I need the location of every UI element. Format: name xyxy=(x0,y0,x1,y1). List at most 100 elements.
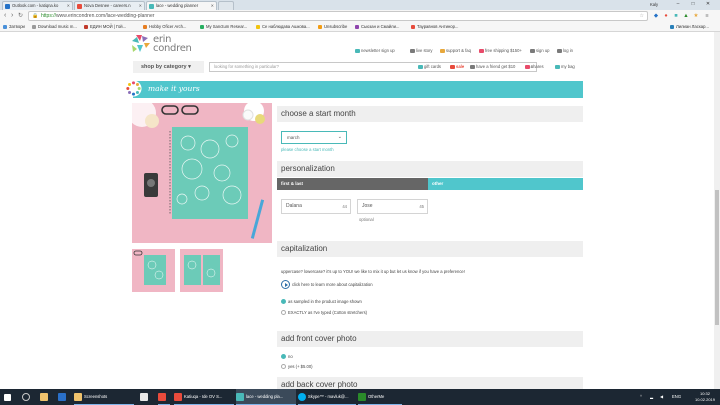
maximize-icon[interactable]: □ xyxy=(687,0,699,9)
star-icon[interactable]: ☆ xyxy=(640,12,644,20)
bookmark[interactable]: Се наблюдава Ашкова... xyxy=(256,23,310,31)
start-month-select[interactable]: march ⌄ xyxy=(281,131,347,144)
bookmark[interactable]: Сьюзан и Смайли... xyxy=(355,23,399,31)
category-label: shop by category xyxy=(141,64,187,70)
extension-icon[interactable]: ◆ xyxy=(652,12,660,20)
address-bar-row: ‹ › ↻ 🔒 https://www.erincondren.com/lace… xyxy=(0,10,720,22)
gift-cards-link[interactable]: gift cards xyxy=(418,64,441,70)
last-name-field[interactable]: Jose 45 xyxy=(357,199,428,214)
logo-wordmark: erin condren xyxy=(153,35,192,54)
sign-up-link[interactable]: sign up xyxy=(530,48,550,54)
link-label: gift cards xyxy=(424,64,441,69)
sale-link[interactable]: sale xyxy=(450,64,464,70)
close-tab-icon[interactable]: ✕ xyxy=(211,3,214,8)
tab-other[interactable]: other xyxy=(428,178,583,190)
free-shipping-link[interactable]: free shipping $150+ xyxy=(479,48,522,54)
bookmark-label: Тауравнов Антинор... xyxy=(417,24,459,29)
extension-icon[interactable]: ▲ xyxy=(682,12,690,20)
browser-tab-active[interactable]: lace - wedding planner ✕ xyxy=(146,1,217,10)
taskbar-label: OtherMe xyxy=(368,394,385,399)
profile-name[interactable]: Kaly xyxy=(650,1,658,9)
taskbar-app[interactable] xyxy=(158,389,170,405)
network-icon[interactable]: ▂ xyxy=(650,389,658,405)
language-indicator[interactable]: ENG xyxy=(672,389,684,405)
browser-tab[interactable]: Outlook.com - katiqna.ko ✕ xyxy=(2,1,73,10)
last-name-value: Jose xyxy=(362,203,373,209)
play-video-icon[interactable] xyxy=(281,280,290,289)
link-label: have a friend get $10 xyxy=(476,64,516,69)
app-icon xyxy=(140,392,148,401)
taskbar-lace-planner[interactable]: lace - wedding pla... xyxy=(236,389,296,405)
taskbar-katiuqa[interactable]: Katiuqa - Ide OV S... xyxy=(174,389,234,405)
thumbnail[interactable] xyxy=(132,249,175,292)
tab-first-last[interactable]: first & last xyxy=(277,178,428,190)
volume-icon[interactable]: ◀ xyxy=(660,389,668,405)
tag-icon xyxy=(450,64,455,69)
product-main-image[interactable] xyxy=(132,103,272,243)
url-bar[interactable]: 🔒 https://www.erincondren.com/lace-weddi… xyxy=(28,11,648,21)
bookmark-label: Hobby Oficer Arch... xyxy=(149,24,187,29)
shares-link[interactable]: shares xyxy=(525,64,544,70)
bookmark[interactable]: Download music m... xyxy=(32,23,77,31)
start-button[interactable] xyxy=(4,389,16,405)
radio-as-sampled[interactable] xyxy=(281,299,286,304)
close-tab-icon[interactable]: ✕ xyxy=(67,3,70,8)
bookmark-label: Затвори xyxy=(9,24,25,29)
live-story-link[interactable]: live story xyxy=(410,48,433,54)
erin-condren-logo[interactable]: erin condren xyxy=(132,35,192,59)
scrollbar-thumb[interactable] xyxy=(715,190,719,325)
reload-icon[interactable]: ↻ xyxy=(18,11,23,21)
app-icon xyxy=(358,392,366,401)
tray-chevron-icon[interactable]: ^ xyxy=(640,389,648,405)
newsletter-link[interactable]: newsletter sign up xyxy=(355,48,395,54)
radio-exactly-typed[interactable] xyxy=(281,310,286,315)
apps-icon xyxy=(3,25,7,29)
minimize-icon[interactable]: – xyxy=(672,0,684,9)
bookmark[interactable]: Тауравнов Антинор... xyxy=(411,23,458,31)
selected-month: march xyxy=(287,135,300,140)
support-link[interactable]: support & faq xyxy=(440,48,471,54)
bookmark[interactable]: ЕДИН МОЙ | Гой... xyxy=(84,23,126,31)
taskbar-app[interactable] xyxy=(140,389,152,405)
user-icon xyxy=(530,48,535,53)
close-tab-icon[interactable]: ✕ xyxy=(139,3,142,8)
bookmark[interactable]: Hobby Oficer Arch... xyxy=(143,23,186,31)
shop-by-category-button[interactable]: shop by category ▾ xyxy=(133,61,204,73)
my-bag-link[interactable]: my bag xyxy=(555,64,575,70)
bookmark[interactable]: My Sanctum Resear... xyxy=(200,23,247,31)
erincondren-icon xyxy=(149,4,154,9)
taskbar-screenshots[interactable]: Screenshots xyxy=(74,389,134,405)
edge-button[interactable] xyxy=(58,389,70,405)
radio-no-photo[interactable] xyxy=(281,354,286,359)
refer-friend-link[interactable]: have a friend get $10 xyxy=(470,64,515,70)
planner-thumb-icon xyxy=(132,249,175,292)
outlook-icon xyxy=(5,4,10,9)
planner-thumb-icon xyxy=(180,249,223,292)
menu-icon[interactable]: ≡ xyxy=(703,12,711,20)
chrome-icon xyxy=(174,392,182,401)
capitalization-video-link[interactable]: click here to learn more about capitaliz… xyxy=(292,282,373,287)
back-icon[interactable]: ‹ xyxy=(4,11,6,21)
taskbar-label: lace - wedding pla... xyxy=(246,394,284,399)
bookmark[interactable]: Затвори xyxy=(3,23,25,31)
close-window-icon[interactable]: ✕ xyxy=(702,0,714,9)
thumbnail[interactable] xyxy=(180,249,223,292)
first-name-field[interactable]: Dalana 44 xyxy=(281,199,351,214)
search-taskbar-button[interactable] xyxy=(22,389,34,405)
extension-icon[interactable]: ■ xyxy=(672,12,680,20)
bookmark[interactable]: Unsubscribe xyxy=(318,23,347,31)
extension-icon[interactable]: ★ xyxy=(692,12,700,20)
radio-yes-photo[interactable] xyxy=(281,364,286,369)
extension-icon[interactable]: ● xyxy=(662,12,670,20)
file-explorer-button[interactable] xyxy=(40,389,52,405)
forward-icon[interactable]: › xyxy=(11,11,13,21)
taskbar-skype[interactable]: Skype™ - mavluk@... xyxy=(298,389,356,405)
system-clock[interactable]: 10:32 10.02.2019 xyxy=(695,391,715,403)
taskbar-otherme[interactable]: OtherMe xyxy=(358,389,402,405)
bookmark[interactable]: Лилиан Ласкар... xyxy=(670,23,709,31)
page-icon xyxy=(84,25,88,29)
new-tab-button[interactable] xyxy=(218,1,234,10)
log-in-link[interactable]: log in xyxy=(557,48,573,54)
browser-tab[interactable]: Nova Desnee - careers.n ✕ xyxy=(74,1,145,10)
radio-label: yes (+ $5.00) xyxy=(288,364,313,369)
